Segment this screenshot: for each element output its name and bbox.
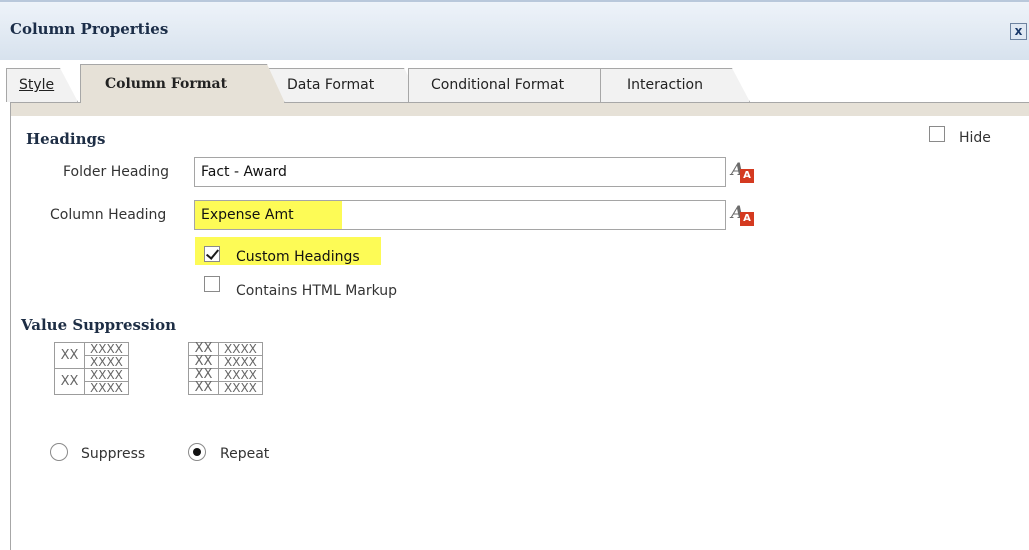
headings-section-title: Headings bbox=[26, 130, 106, 148]
close-icon[interactable]: x bbox=[1010, 23, 1027, 40]
dialog-titlebar: Column Properties x bbox=[0, 0, 1029, 60]
repeat-radio[interactable] bbox=[188, 443, 206, 461]
tab-column-format[interactable]: Column Format bbox=[80, 64, 285, 103]
tab-interaction[interactable]: Interaction bbox=[600, 68, 750, 102]
format-heading-icon[interactable]: A A bbox=[731, 203, 755, 227]
tab-style[interactable]: Style bbox=[6, 68, 78, 102]
value-suppression-title: Value Suppression bbox=[21, 316, 177, 334]
suppress-preview-grid: XX XXXX XXXX XX XXXX XXXX bbox=[54, 342, 129, 395]
repeat-label: Repeat bbox=[220, 446, 270, 462]
tab-conditional-format[interactable]: Conditional Format bbox=[408, 68, 622, 102]
folder-heading-label: Folder Heading bbox=[63, 164, 169, 180]
tab-data-format[interactable]: Data Format bbox=[262, 68, 422, 102]
tab-strip: Style Data Format Conditional Format Int… bbox=[0, 60, 1029, 102]
custom-headings-label: Custom Headings bbox=[236, 249, 360, 265]
hide-label: Hide bbox=[959, 130, 991, 146]
suppress-radio[interactable] bbox=[50, 443, 68, 461]
format-heading-icon[interactable]: A A bbox=[731, 160, 755, 184]
custom-headings-checkbox[interactable] bbox=[204, 246, 220, 262]
dialog-title: Column Properties bbox=[10, 20, 169, 38]
html-markup-checkbox[interactable] bbox=[204, 276, 220, 292]
repeat-preview-grid: XX XXXX XX XXXX XX XXXX XX XXXX bbox=[188, 342, 263, 395]
hide-checkbox[interactable] bbox=[929, 126, 945, 142]
suppress-label: Suppress bbox=[81, 446, 146, 462]
column-heading-value: Expense Amt bbox=[201, 207, 294, 223]
column-heading-label: Column Heading bbox=[50, 207, 167, 223]
html-markup-label: Contains HTML Markup bbox=[236, 283, 398, 299]
folder-heading-input[interactable]: Fact - Award bbox=[194, 157, 726, 187]
